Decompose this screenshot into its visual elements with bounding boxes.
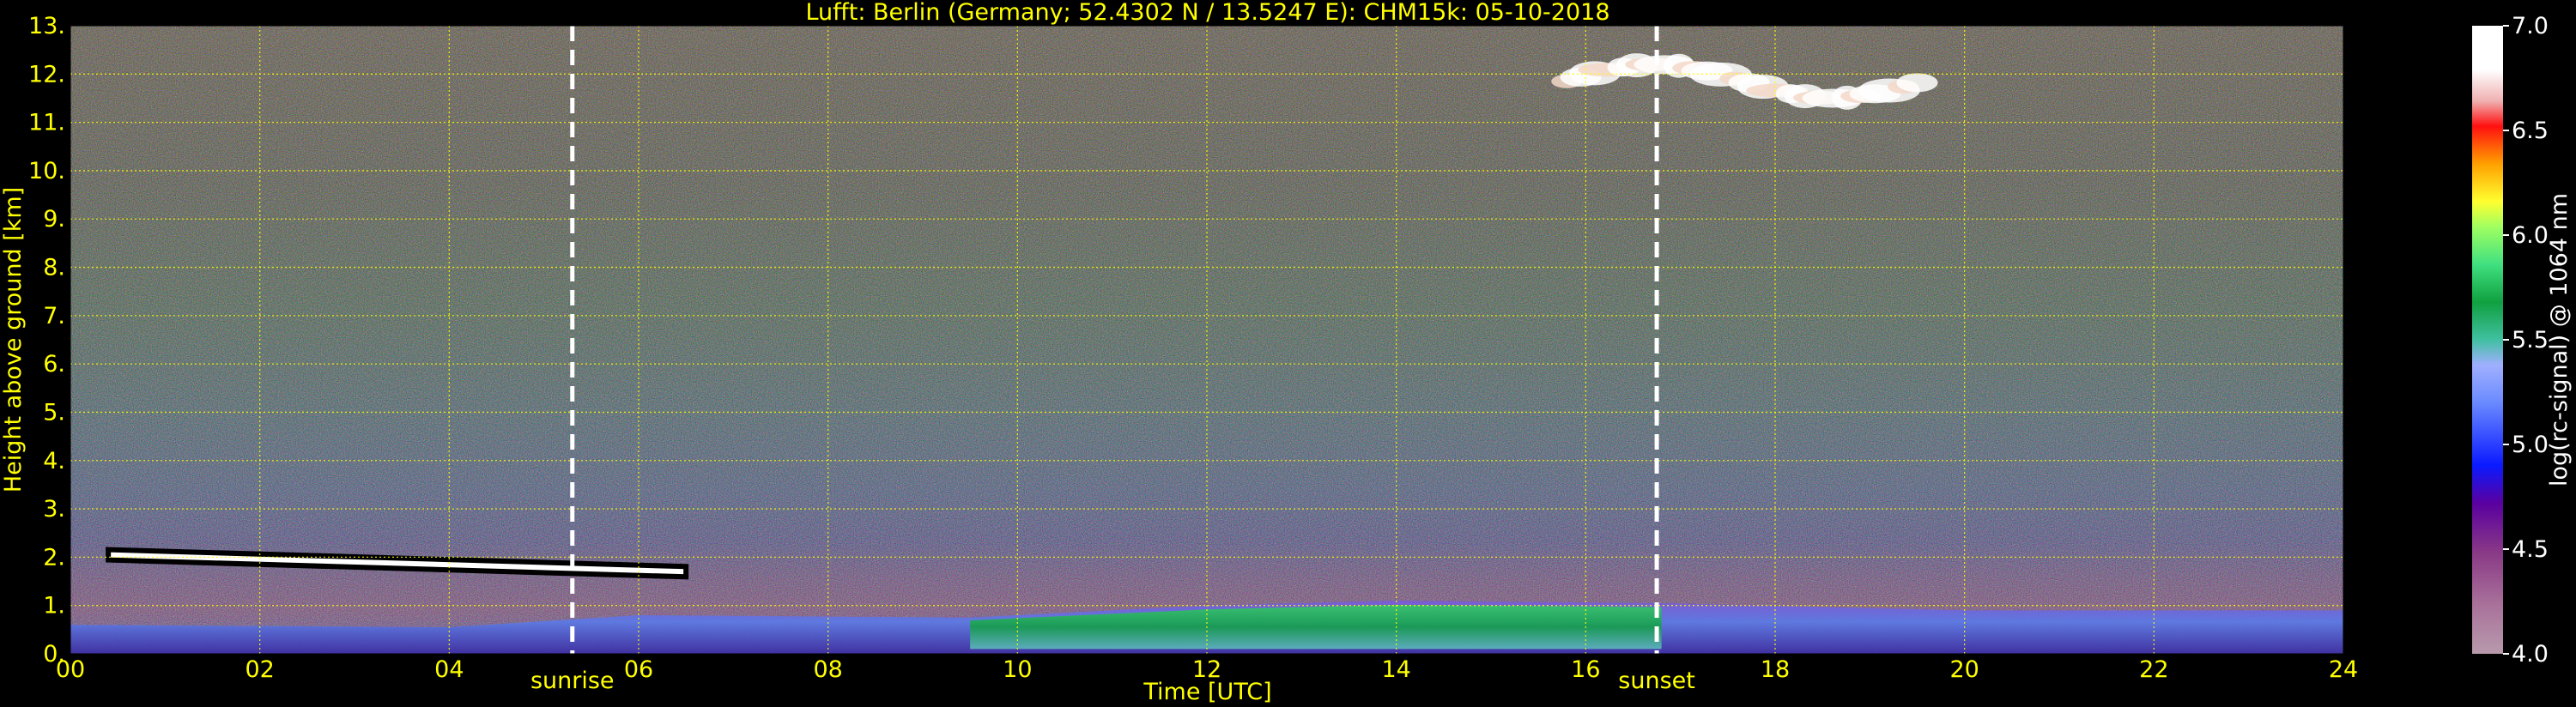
annotations: sunrise sunset [530, 668, 1695, 694]
x-tick-label: 18 [1761, 656, 1790, 683]
y-tick-label: 6. [43, 351, 65, 378]
colorbar: 4.0 4.5 5.0 5.5 6.0 6.5 7.0 log(rc-signal) @ 1… [2472, 13, 2573, 668]
y-tick-label: 11. [28, 110, 65, 136]
x-tick-label: 02 [245, 656, 274, 683]
colorbar-label: log(rc-signal) @ 1064 nm [2546, 193, 2573, 486]
chart-title: Lufft: Berlin (Germany; 52.4302 N / 13.5… [805, 0, 1609, 26]
x-tick-label: 10 [1003, 656, 1032, 683]
colorbar-tick-label: 6.5 [2512, 118, 2549, 144]
ceilometer-figure: 00 02 04 06 08 10 12 14 16 18 20 22 24 0.1.2.3.4.5.6… [0, 0, 2573, 705]
colorbar-tick-label: 5.5 [2512, 327, 2549, 354]
x-tick-label: 04 [434, 656, 464, 683]
y-tick-label: 4. [43, 448, 65, 474]
y-tick-label: 0. [43, 641, 65, 668]
x-tick-label: 24 [2329, 656, 2358, 683]
colorbar-tick-label: 4.5 [2512, 536, 2549, 563]
x-axis-label: Time [UTC] [1143, 679, 1271, 705]
colorbar-ticks: 4.0 4.5 5.0 5.5 6.0 6.5 7.0 [2503, 13, 2549, 668]
y-tick-label: 7. [43, 303, 65, 329]
y-tick-label: 12. [28, 61, 65, 88]
x-tick-label: 14 [1381, 656, 1410, 683]
y-tick-label: 10. [28, 158, 65, 184]
colorbar-tick-label: 6.0 [2512, 222, 2549, 249]
plot-area [70, 26, 2343, 654]
y-tick-label: 13. [28, 13, 65, 39]
x-tick-label: 16 [1571, 656, 1600, 683]
x-tick-label: 20 [1949, 656, 1979, 683]
y-tick-label: 3. [43, 496, 65, 523]
colorbar-scale [2472, 26, 2503, 654]
sunrise-label: sunrise [530, 668, 615, 694]
colorbar-tick-label: 7.0 [2512, 13, 2549, 39]
y-axis-label: Height above ground [km] [0, 187, 27, 492]
y-tick-label: 9. [43, 206, 65, 233]
x-tick-label: 08 [813, 656, 842, 683]
y-axis: 0. 1. 2. 3. 4. 5. 6. 7. 8. 9. 10. 11. 12. 13. [28, 13, 65, 668]
colorbar-tick-label: 4.0 [2512, 641, 2549, 668]
sunset-label: sunset [1618, 668, 1695, 694]
cirrus-patch [1896, 73, 1938, 93]
x-tick-label: 06 [624, 656, 653, 683]
y-tick-label: 2. [43, 544, 65, 571]
y-tick-label: 1. [43, 593, 65, 619]
colorbar-tick-label: 5.0 [2512, 432, 2549, 458]
x-tick-label: 22 [2139, 656, 2168, 683]
y-tick-label: 5. [43, 399, 65, 426]
y-tick-label: 8. [43, 255, 65, 281]
